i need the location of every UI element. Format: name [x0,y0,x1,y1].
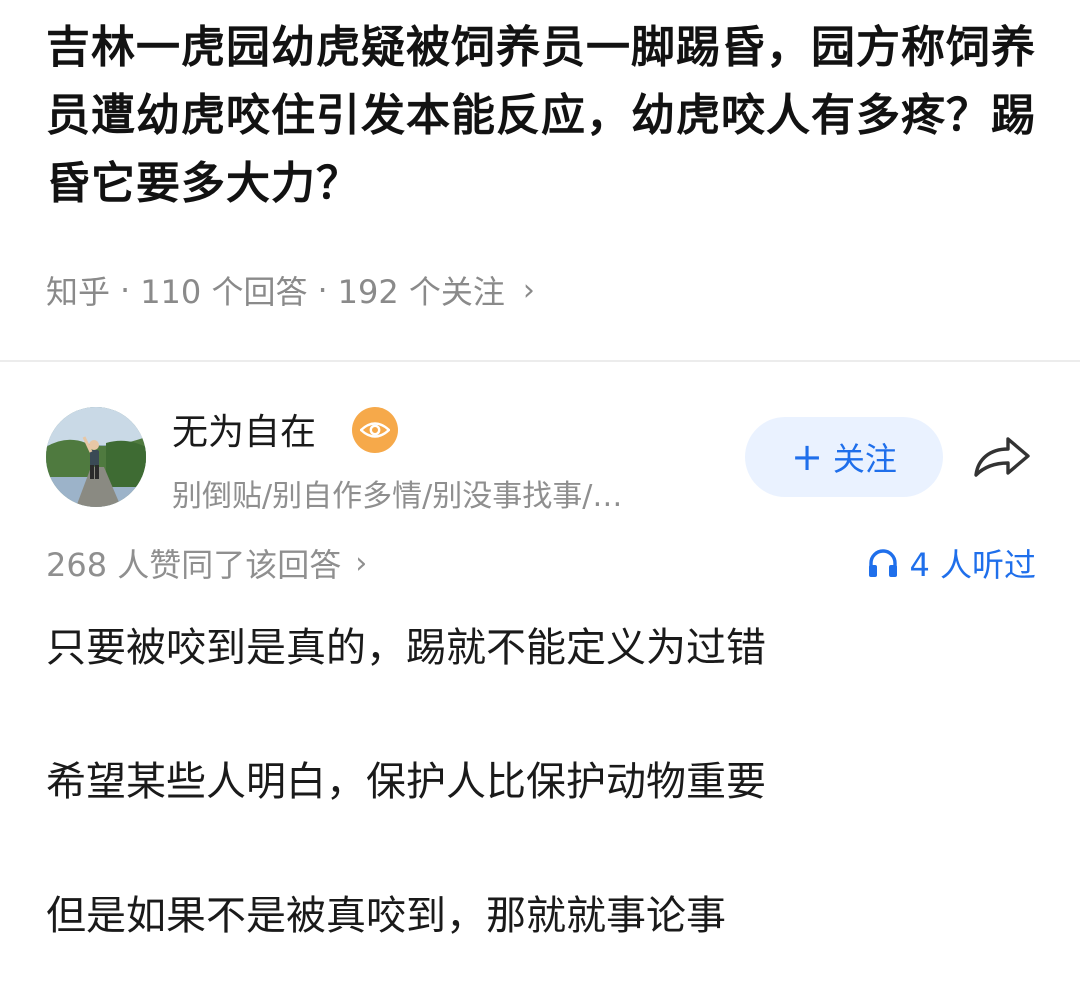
author-bio: 别倒贴/别自作多情/别没事找事/… [172,479,623,514]
avatar[interactable] [46,407,146,507]
follow-button[interactable]: + 关注 [745,417,943,497]
listen-info[interactable]: 4 人听过 [867,540,1036,586]
question-header: 吉林一虎园幼虎疑被饲养员一脚踢昏，园方称饲养员遭幼虎咬住引发本能反应，幼虎咬人有… [0,0,1080,360]
chevron-right-icon: › [522,272,535,308]
avatar-photo [46,407,146,507]
question-meta[interactable]: 知乎 · 110 个回答 · 192 个关注 › [46,268,535,312]
meta-separator: · [317,271,328,309]
author-name[interactable]: 无为自在 [172,403,316,455]
plus-icon: + [791,435,823,479]
answer-count: 110 个回答 [140,273,308,311]
upvote-count: 268 人赞同了该回答 [46,546,342,584]
answer-paragraph: 只要被咬到是真的，踢就不能定义为过错 [46,625,766,671]
stats-row: 268 人赞同了该回答 › 4 人听过 [46,540,1036,588]
answer-paragraph: 希望某些人明白，保护人比保护动物重要 [46,759,766,805]
eye-badge-icon[interactable] [352,407,398,453]
question-title[interactable]: 吉林一虎园幼虎疑被饲养员一脚踢昏，园方称饲养员遭幼虎咬住引发本能反应，幼虎咬人有… [46,14,1046,218]
upvote-link[interactable]: 268 人赞同了该回答 › [46,540,367,586]
share-icon[interactable] [970,431,1034,481]
source-label: 知乎 [46,273,111,311]
headphones-icon [869,549,898,577]
follow-label: 关注 [832,440,897,478]
section-divider [0,360,1080,362]
answer-body[interactable]: 只要被咬到是真的，踢就不能定义为过错 希望某些人明白，保护人比保护动物重要 但是… [46,612,1036,987]
follower-count: 192 个关注 [337,273,505,311]
answer-paragraph: 但是如果不是被真咬到，那就就事论事 [46,893,726,939]
meta-separator: · [120,271,131,309]
listen-count: 4 人听过 [909,546,1036,584]
chevron-right-icon: › [355,545,368,581]
author-row: 无为自在 别倒贴/别自作多情/别没事找事/… + 关注 [0,395,1080,525]
